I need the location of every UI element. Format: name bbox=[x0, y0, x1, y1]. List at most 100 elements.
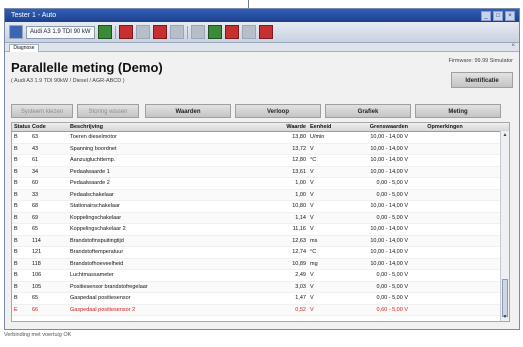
cell-status: B bbox=[14, 157, 18, 163]
cell-status: B bbox=[14, 168, 18, 175]
cell-code: 63 bbox=[32, 134, 39, 140]
tab-close-icon[interactable]: × bbox=[511, 43, 515, 49]
cell-code: 43 bbox=[32, 145, 39, 152]
cell-range: 0,00 - 5,00 V bbox=[376, 295, 409, 301]
col-code[interactable]: Code bbox=[30, 123, 68, 131]
cell-comment bbox=[410, 213, 480, 224]
table-row[interactable]: B 105 Positiesensor brandstofregelaar 3,03 V… bbox=[12, 281, 509, 293]
cell-comment bbox=[410, 305, 480, 316]
minimize-icon[interactable]: _ bbox=[481, 11, 491, 21]
cell-val: 13,80 bbox=[292, 134, 306, 140]
scroll-thumb[interactable] bbox=[502, 279, 508, 317]
print-icon[interactable] bbox=[169, 25, 184, 39]
page-title: Parallelle meting (Demo) bbox=[11, 60, 163, 75]
tab-measurement[interactable]: Meting bbox=[415, 104, 501, 118]
cell-range: 0,00 - 5,00 V bbox=[376, 180, 409, 186]
col-range[interactable]: Grenswaarden bbox=[348, 123, 410, 131]
table-row[interactable]: B 68 Stationairschakelaar 10,80 V 10,00 - 14,… bbox=[12, 201, 509, 213]
cell-desc: Pedaalwaarde 1 bbox=[70, 168, 110, 175]
table-row[interactable]: B 118 Brandstofhoeveelheid 10,89 mg 10,00 - 1… bbox=[12, 258, 509, 270]
cell-code: 66 bbox=[32, 306, 39, 313]
table-row[interactable]: B 34 Pedaalwaarde 1 13,61 V 10,00 - 14,00 V bbox=[12, 166, 509, 178]
table-row[interactable]: E 66 Gaspedaal positiesensor 2 0,52 V 0,60 - … bbox=[12, 304, 509, 316]
cell-unit: V bbox=[310, 145, 314, 152]
cell-range: 0,00 - 5,00 V bbox=[376, 283, 409, 290]
delete-icon[interactable] bbox=[224, 25, 239, 39]
cell-range: 0,00 - 5,00 V bbox=[376, 191, 409, 198]
cell-comment bbox=[410, 282, 480, 293]
record-icon[interactable] bbox=[118, 25, 133, 39]
home-icon[interactable] bbox=[9, 25, 23, 39]
table-row[interactable]: B 63 Toeren dieselmotor 13,80 U/min 10,00 - 1… bbox=[12, 132, 509, 144]
col-comment[interactable]: Opmerkingen bbox=[410, 123, 480, 131]
scroll-down-icon[interactable]: ▼ bbox=[501, 313, 509, 321]
cell-val: 12,63 bbox=[292, 237, 306, 244]
cell-desc: Koppelingschakelaar bbox=[70, 214, 122, 221]
scroll-up-icon[interactable]: ▲ bbox=[501, 131, 509, 139]
cell-status: E bbox=[14, 306, 18, 313]
cell-unit: V bbox=[310, 226, 314, 232]
cell-status: B bbox=[14, 295, 18, 301]
close-icon[interactable]: × bbox=[505, 11, 515, 21]
vehicle-field[interactable]: Audi A3 1.9 TDI 90 kW bbox=[26, 25, 95, 39]
tab-values[interactable]: Waarden bbox=[145, 104, 231, 118]
cell-status: B bbox=[14, 260, 18, 267]
cell-desc: Stationairschakelaar bbox=[70, 203, 120, 209]
table-row[interactable]: B 33 Pedaalschakelaar 1,00 V 0,00 - 5,00 V bbox=[12, 189, 509, 201]
cell-range: 10,00 - 14,00 V bbox=[370, 157, 408, 163]
cell-desc: Luchtmassameter bbox=[70, 272, 114, 278]
cell-status: B bbox=[14, 283, 18, 290]
cell-val: 11,16 bbox=[292, 226, 306, 232]
exit-icon[interactable] bbox=[258, 25, 273, 39]
cell-code: 69 bbox=[32, 214, 39, 221]
table-row[interactable]: B 43 Spanning boordnet 13,72 V 10,00 - 14,00 … bbox=[12, 143, 509, 155]
cell-range: 10,00 - 14,00 V bbox=[370, 260, 408, 267]
tab-history[interactable]: Verloop bbox=[235, 104, 321, 118]
status-text: Verbinding met voertuig OK bbox=[4, 332, 72, 338]
select-system-button[interactable]: Systeem kiezen bbox=[11, 104, 73, 118]
table-row[interactable]: B 61 Aanzuigluchttemp. 12,80 °C 10,00 - 14,00… bbox=[12, 155, 509, 167]
table-row[interactable]: B 65 Gaspedaal positiesensor 1,47 V 0,00 - 5,… bbox=[12, 293, 509, 305]
table-row[interactable]: B 60 Pedaalwaarde 2 1,00 V 0,00 - 5,00 V bbox=[12, 178, 509, 190]
cell-comment bbox=[410, 178, 480, 189]
cell-val: 10,80 bbox=[292, 203, 306, 209]
cell-code: 121 bbox=[32, 249, 42, 255]
identification-button[interactable]: Identificatie bbox=[451, 72, 513, 88]
cell-comment bbox=[410, 190, 480, 201]
cell-comment bbox=[410, 167, 480, 178]
tab-diagnose[interactable]: Diagnose bbox=[9, 44, 39, 52]
tab-graph[interactable]: Grafiek bbox=[325, 104, 411, 118]
cell-val: 10,89 bbox=[292, 260, 306, 267]
vertical-scrollbar[interactable]: ▲ ▼ bbox=[500, 131, 509, 321]
cell-code: 34 bbox=[32, 168, 39, 175]
col-description[interactable]: Beschrijving bbox=[68, 123, 258, 131]
settings-icon[interactable] bbox=[190, 25, 205, 39]
table-row[interactable]: B 121 Brandstoftemperatuur 12,74 °C 10,00 - 1… bbox=[12, 247, 509, 259]
cell-comment bbox=[410, 259, 480, 270]
cell-desc: Brandstofinspuitingtijd bbox=[70, 237, 124, 244]
cell-desc: Toeren dieselmotor bbox=[70, 134, 117, 140]
cell-status: B bbox=[14, 203, 18, 209]
connect-icon[interactable] bbox=[97, 25, 112, 39]
graph-icon[interactable] bbox=[152, 25, 167, 39]
table-row[interactable]: B 114 Brandstofinspuitingtijd 12,63 ms 10,00 … bbox=[12, 235, 509, 247]
help-icon[interactable] bbox=[241, 25, 256, 39]
cell-desc: Pedaalwaarde 2 bbox=[70, 180, 110, 186]
table-row[interactable]: B 65 Koppelingschakelaar 2 11,16 V 10,00 - 14… bbox=[12, 224, 509, 236]
clear-fault-button[interactable]: Storing wissen bbox=[77, 104, 139, 118]
save-icon[interactable] bbox=[207, 25, 222, 39]
maximize-icon[interactable]: □ bbox=[493, 11, 503, 21]
col-status[interactable]: Status bbox=[12, 123, 30, 131]
col-unit[interactable]: Eenheid bbox=[308, 123, 348, 131]
table-row[interactable]: B 69 Koppelingschakelaar 1,14 V 0,00 - 5,00 V bbox=[12, 212, 509, 224]
document-tabs: Diagnose × bbox=[5, 43, 519, 52]
cell-status: B bbox=[14, 214, 18, 221]
cell-status: B bbox=[14, 134, 18, 140]
stop-icon[interactable] bbox=[135, 25, 150, 39]
table-row[interactable]: B 106 Luchtmassameter 2,49 V 0,00 - 5,00 V bbox=[12, 270, 509, 282]
firmware-label: Firmware: 99.99 Simulator bbox=[448, 58, 514, 64]
cell-val: 12,74 bbox=[292, 249, 306, 255]
cell-val: 1,00 bbox=[295, 180, 306, 186]
cell-desc: Aanzuigluchttemp. bbox=[70, 157, 116, 163]
col-value[interactable]: Waarde bbox=[258, 123, 308, 131]
